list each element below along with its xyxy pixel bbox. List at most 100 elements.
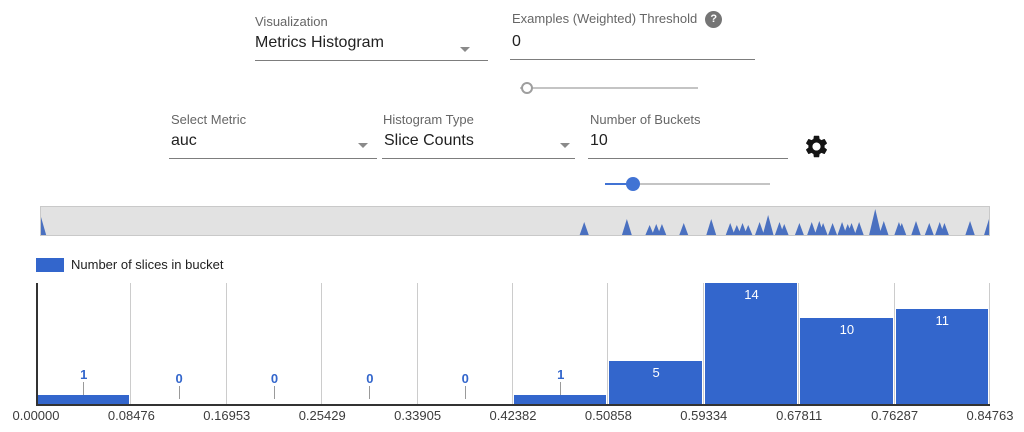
bar-annotation: 1 (64, 367, 104, 395)
slice-spike (622, 219, 632, 235)
visualization-value: Metrics Histogram (255, 34, 490, 52)
legend-swatch (36, 258, 64, 272)
bar-value-label: 5 (636, 365, 676, 380)
bar-annotation: 0 (445, 371, 485, 399)
slice-spike (763, 215, 774, 235)
slice-spike (828, 223, 837, 235)
gridline (894, 283, 895, 404)
histogram-type-dropdown[interactable]: Slice Counts (382, 132, 575, 159)
gridline (512, 283, 513, 404)
histogram-plot-area: 1000015141011 (36, 283, 990, 404)
bar-value-label: 0 (445, 371, 485, 386)
num-buckets-value: 10 (588, 132, 788, 150)
x-tick-label: 0.00000 (0, 408, 78, 423)
histogram-type-underline (382, 158, 575, 159)
gear-icon (803, 133, 830, 160)
x-tick-label: 0.76287 (853, 408, 937, 423)
num-buckets-slider[interactable] (605, 177, 770, 191)
slice-density-spikes (41, 207, 989, 235)
gridline (417, 283, 418, 404)
slice-spike (580, 222, 589, 235)
histogram-type-label: Histogram Type (383, 112, 474, 127)
slice-overview-strip[interactable] (40, 206, 990, 236)
threshold-slider-handle[interactable] (521, 82, 533, 94)
visualization-underline (255, 60, 488, 61)
select-metric-dropdown[interactable]: auc (169, 132, 377, 159)
gridline (989, 283, 990, 404)
settings-button[interactable] (803, 133, 831, 161)
slice-spike (726, 223, 735, 235)
x-tick-label: 0.84763 (948, 408, 1024, 423)
annotation-stem (369, 386, 370, 399)
threshold-underline (510, 59, 755, 60)
num-buckets-underline (588, 158, 788, 159)
legend-label: Number of slices in bucket (71, 257, 223, 272)
chevron-down-icon (460, 47, 470, 52)
slice-spike (744, 225, 752, 235)
threshold-slider[interactable] (520, 81, 698, 95)
chevron-down-icon (560, 143, 570, 148)
bar-annotation: 0 (350, 371, 390, 399)
bar-value-label: 0 (159, 371, 199, 386)
x-tick-label: 0.42382 (471, 408, 555, 423)
slice-spike (807, 222, 816, 235)
gridline (798, 283, 799, 404)
x-tick-label: 0.33905 (376, 408, 460, 423)
histogram-bar[interactable] (514, 395, 606, 404)
bar-value-label: 14 (732, 287, 772, 302)
slice-spike (658, 224, 667, 235)
gridline (226, 283, 227, 404)
bar-value-label: 10 (827, 322, 867, 337)
slice-spike (879, 221, 888, 235)
bar-value-label: 0 (350, 371, 390, 386)
num-buckets-input[interactable]: 10 (588, 132, 788, 159)
visualization-dropdown[interactable]: Metrics Histogram (255, 34, 490, 62)
x-tick-label: 0.08476 (89, 408, 173, 423)
histogram-type-value: Slice Counts (382, 132, 575, 150)
y-axis-line (36, 283, 38, 404)
threshold-value: 0 (510, 33, 755, 51)
slice-spike (925, 223, 934, 235)
bar-value-label: 1 (541, 367, 581, 382)
gridline (321, 283, 322, 404)
visualization-label: Visualization (255, 14, 328, 29)
slice-spike (679, 223, 688, 235)
x-tick-label: 0.67811 (757, 408, 841, 423)
x-tick-label: 0.59334 (662, 408, 746, 423)
slice-spike (41, 217, 46, 235)
annotation-stem (465, 386, 466, 399)
annotation-stem (83, 382, 84, 395)
slice-spike (965, 221, 974, 235)
x-tick-label: 0.50858 (566, 408, 650, 423)
bar-annotation: 0 (255, 371, 295, 399)
threshold-label: Examples (Weighted) Threshold? (512, 11, 722, 28)
gridline (130, 283, 131, 404)
threshold-input[interactable]: 0 (510, 33, 755, 60)
gridline (607, 283, 608, 404)
num-buckets-slider-handle[interactable] (626, 177, 640, 191)
help-icon[interactable]: ? (705, 11, 722, 28)
slice-spike (869, 209, 881, 235)
histogram-bar[interactable] (37, 395, 129, 404)
x-axis-line (36, 404, 990, 406)
slice-spike (911, 221, 920, 235)
bar-annotation: 0 (159, 371, 199, 399)
slice-spike (984, 219, 989, 235)
bar-value-label: 0 (255, 371, 295, 386)
select-metric-label: Select Metric (171, 112, 246, 127)
x-tick-label: 0.25429 (280, 408, 364, 423)
slice-spike (706, 219, 716, 235)
slice-spike (795, 223, 804, 235)
annotation-stem (274, 386, 275, 399)
slice-spike (755, 222, 764, 235)
gridline (703, 283, 704, 404)
chevron-down-icon (358, 143, 368, 148)
bar-annotation: 1 (541, 367, 581, 395)
annotation-stem (560, 382, 561, 395)
bar-value-label: 11 (922, 313, 962, 328)
select-metric-value: auc (169, 132, 377, 150)
slice-spike (855, 222, 864, 235)
threshold-slider-track[interactable] (520, 87, 698, 89)
select-metric-underline (169, 158, 377, 159)
x-tick-label: 0.16953 (185, 408, 269, 423)
